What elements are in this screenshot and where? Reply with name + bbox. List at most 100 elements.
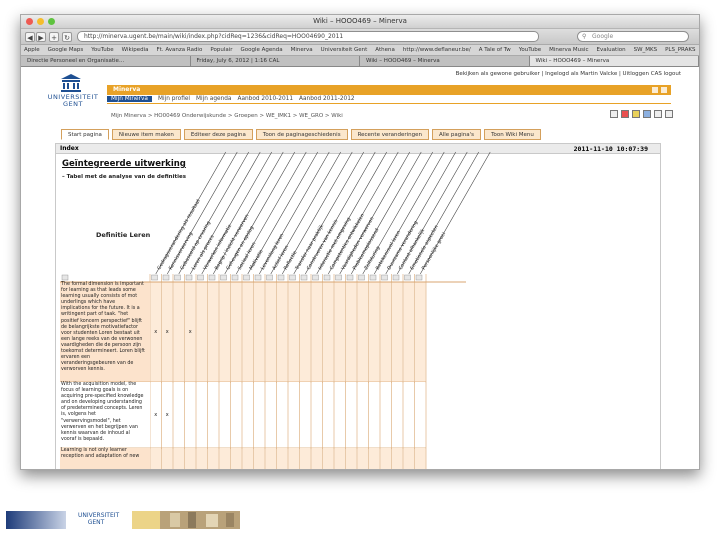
matrix-cell: [415, 282, 426, 382]
matrix-cell: [369, 282, 380, 382]
bookmark-item[interactable]: SW_MKS: [634, 47, 658, 53]
nav-item[interactable]: Aanbod 2011-2012: [299, 96, 355, 102]
row-definition-text: The formal dimension is important for le…: [61, 282, 145, 373]
bookmark-item[interactable]: Google Maps: [48, 47, 84, 53]
wiki-panel: Index 2011-11-10 10:07:39 Geïntegreerde …: [55, 143, 661, 469]
wiki-tab[interactable]: Start pagina: [61, 129, 109, 140]
wiki-tab[interactable]: Toon Wiki Menu: [484, 129, 541, 140]
wiki-tab[interactable]: Toon de paginageschiedenis: [255, 129, 348, 140]
bookmark-item[interactable]: YouTube: [519, 47, 541, 53]
wiki-tab[interactable]: Editeer deze pagina: [183, 129, 253, 140]
wiki-tab[interactable]: Recente veranderingen: [350, 129, 429, 140]
matrix-cell: [346, 382, 357, 448]
matrix-cell: [231, 448, 242, 469]
user-links[interactable]: Bekijken als gewone gebruiker | Ingelogd…: [456, 71, 681, 77]
wiki-tab[interactable]: Nieuwe item maken: [111, 129, 181, 140]
breadcrumb[interactable]: Mijn Minerva > HO00469 Onderwijskunde > …: [111, 113, 343, 119]
matrix-cell: [277, 382, 288, 448]
reload-button[interactable]: ↻: [62, 32, 72, 42]
browser-tab[interactable]: Directie Personeel en Organisatie...: [21, 56, 191, 66]
matrix-cell: [288, 382, 299, 448]
matrix-cell: [300, 448, 311, 469]
column-sort-icon: [185, 274, 193, 281]
bookmark-item[interactable]: Google Agenda: [241, 47, 283, 53]
settings-icon[interactable]: [654, 110, 662, 118]
wiki-tab[interactable]: Alle pagina's: [431, 129, 482, 140]
column-sort-icon: [392, 274, 400, 281]
nav-item[interactable]: Aanbod 2010-2011: [237, 96, 293, 102]
bookmark-item[interactable]: Wikipedia: [122, 47, 149, 53]
bookmark-item[interactable]: Apple: [24, 47, 40, 53]
bookmark-item[interactable]: http://www.deflaneur.be/: [403, 47, 471, 53]
bookmark-item[interactable]: Universiteit Gent: [321, 47, 368, 53]
add-bookmark-button[interactable]: +: [49, 32, 59, 42]
matrix-cell: [208, 448, 219, 469]
matrix-cell: [357, 282, 368, 382]
column-sort-icon: [369, 274, 377, 281]
bookmark-item[interactable]: Ft. Avanza Radio: [157, 47, 203, 53]
matrix-cell: [311, 448, 322, 469]
matrix-cell: [231, 282, 242, 382]
column-sort-icon: [174, 274, 181, 281]
info-icon[interactable]: [643, 110, 651, 118]
matrix-cell: [254, 448, 265, 469]
browser-tab[interactable]: Wiki – HOOO469 – Minerva: [529, 56, 699, 66]
column-sort-icon: [254, 274, 262, 281]
bookmark-item[interactable]: Evaluation: [597, 47, 626, 53]
matrix-cell: [415, 382, 426, 448]
university-building-icon: [61, 74, 81, 92]
matrix-cell: [185, 382, 196, 448]
matrix-mark: x: [189, 329, 192, 335]
column-sort-icon: [335, 274, 342, 281]
bookmark-item[interactable]: Minerva: [291, 47, 313, 53]
matrix-cell: [346, 282, 357, 382]
stats-icon[interactable]: [665, 110, 673, 118]
export-icon[interactable]: [610, 110, 618, 118]
google-search-input[interactable]: ⚲ Google: [577, 31, 689, 42]
minerva-bar: Minerva: [107, 85, 671, 95]
matrix-cell: [334, 382, 345, 448]
wiki-toolbar: [610, 110, 673, 118]
matrix-cell: [300, 282, 311, 382]
column-sort-icon: [300, 274, 308, 281]
matrix-cell: [288, 448, 299, 469]
ugent-logo: UNIVERSITEIT GENT: [41, 74, 101, 116]
bookmark-item[interactable]: PLS_PRAKS: [665, 47, 695, 53]
matrix-cell: [323, 282, 334, 382]
matrix-cell: [300, 382, 311, 448]
column-sort-icon: [151, 274, 158, 281]
column-sort-icon: [346, 274, 354, 281]
bookmark-item[interactable]: YouTube: [91, 47, 113, 53]
matrix-cell: [173, 448, 184, 469]
matrix-cell: [219, 282, 230, 382]
address-bar[interactable]: http://minerva.ugent.be/main/wiki/index.…: [77, 31, 539, 42]
nav-item[interactable]: Mijn Minerva: [107, 96, 152, 102]
logo-text: UNIVERSITEIT GENT: [47, 93, 99, 108]
column-sort-icon: [289, 274, 296, 281]
forward-button[interactable]: ▶: [36, 32, 46, 42]
matrix-cell: [403, 382, 414, 448]
matrix-cell: [403, 282, 414, 382]
matrix-cell: [288, 282, 299, 382]
matrix-cell: [242, 282, 253, 382]
bookmark-item[interactable]: Populair: [210, 47, 232, 53]
bookmark-item[interactable]: Athena: [375, 47, 395, 53]
bookmark-item[interactable]: A Tale of Tw: [479, 47, 511, 53]
matrix-mark: x: [154, 412, 157, 418]
help-icon[interactable]: [661, 87, 667, 93]
column-sort-icon: [381, 274, 388, 281]
nav-item[interactable]: Mijn agenda: [196, 96, 231, 102]
lock-icon[interactable]: [632, 110, 640, 118]
browser-tab[interactable]: Wiki – HOOO469 – Minerva: [360, 56, 530, 66]
column-sort-icon: [277, 274, 285, 281]
matrix-cell: [208, 282, 219, 382]
browser-tab[interactable]: Friday, July 6, 2012 | 1:16 CAL: [190, 56, 360, 66]
delete-icon[interactable]: [621, 110, 629, 118]
row-definition-text: With the acquisition model, the focus of…: [61, 382, 144, 442]
bookmark-item[interactable]: Minerva Music: [549, 47, 588, 53]
matrix-cell: [185, 448, 196, 469]
print-icon[interactable]: [652, 87, 658, 93]
matrix-cell: [415, 448, 426, 469]
nav-item[interactable]: Mijn profiel: [158, 96, 190, 102]
back-button[interactable]: ◀: [25, 32, 35, 42]
